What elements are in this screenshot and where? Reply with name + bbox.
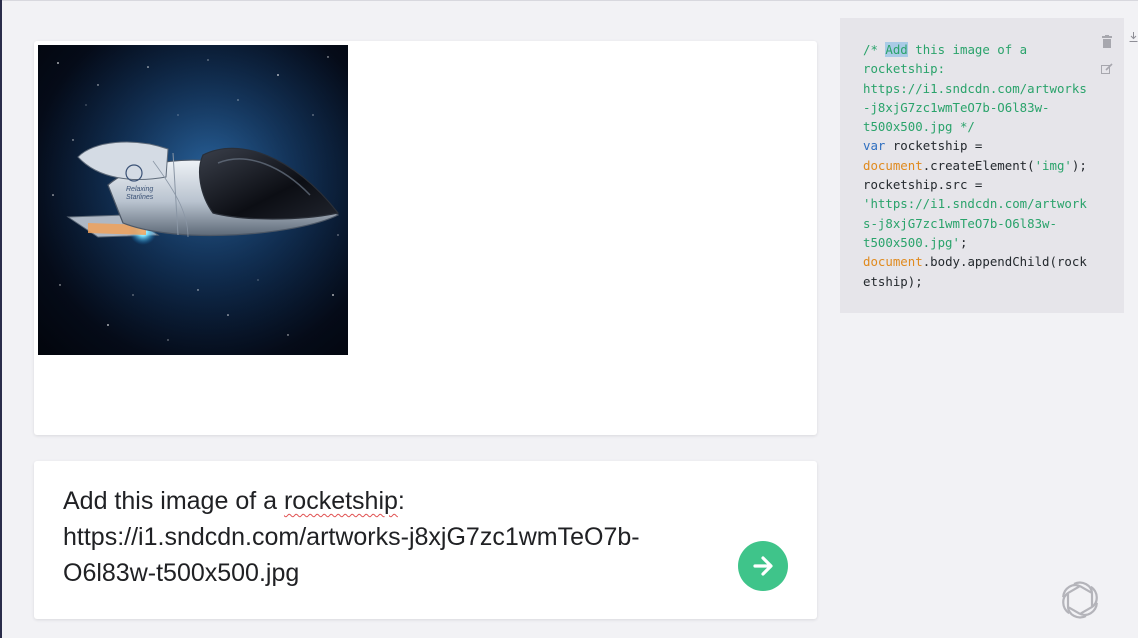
code-token: rocketship =: [885, 138, 983, 154]
code-line: document.createElement('img');: [863, 156, 1103, 175]
code-line: t500x500.jpg';: [863, 233, 1103, 252]
code-line: 'https://i1.sndcdn.com/artwork: [863, 196, 1087, 212]
code-keyword: var: [863, 138, 886, 154]
code-line: etship);: [863, 273, 923, 289]
prompt-line-1: Add this image of a rocketship:: [63, 483, 723, 519]
code-line: document.body.appendChild(rock: [863, 252, 1103, 271]
trash-icon[interactable]: [1101, 34, 1113, 48]
code-string: t500x500.jpg': [863, 234, 960, 250]
prompt-text-segment: Add this image of a: [63, 487, 284, 515]
prompt-panel[interactable]: Add this image of a rocketship: https://…: [34, 461, 817, 619]
edit-icon[interactable]: [1101, 60, 1113, 74]
rocket-decal-line1: Relaxing: [126, 186, 153, 193]
code-block: /* Add this image of a rocketship: https…: [863, 40, 1103, 291]
submit-button[interactable]: [738, 541, 788, 591]
code-string: 'img': [1034, 157, 1072, 173]
prompt-text-segment: :: [397, 487, 405, 515]
prompt-line-3: O6l83w-t500x500.jpg: [63, 559, 300, 587]
arrow-right-icon: [753, 556, 773, 576]
window-top-divider: [2, 0, 1138, 1]
openai-logo: [1056, 576, 1104, 624]
prompt-line-2: https://i1.sndcdn.com/artworks-j8xjG7zc1…: [63, 523, 640, 551]
code-selected-text: Add: [885, 42, 908, 57]
code-line: https://i1.sndcdn.com/artworks: [863, 80, 1087, 96]
code-token: /*: [863, 42, 886, 57]
code-token: .createElement(: [922, 157, 1035, 173]
code-line: /* Add this image of a: [863, 40, 1103, 59]
code-object: document: [863, 254, 923, 270]
code-line: rocketship:: [863, 61, 946, 77]
rocketship-image: Relaxing Starlines: [38, 45, 348, 355]
code-line: rocketship.src =: [863, 177, 983, 193]
prompt-misspelled-word: rocketship: [283, 487, 398, 515]
code-line: s-j8xjG7zc1wmTeO7b-O6l83w-: [863, 215, 1057, 231]
prompt-input[interactable]: Add this image of a rocketship: https://…: [63, 483, 723, 591]
code-token: .body.appendChild(rock: [922, 254, 1087, 270]
rocket-decal-line2: Starlines: [126, 194, 154, 201]
code-object: document: [863, 157, 923, 173]
code-token: ;: [959, 234, 968, 250]
code-token: );: [1071, 157, 1087, 173]
output-panel: Relaxing Starlines: [34, 41, 817, 435]
code-line: var rocketship =: [863, 136, 1103, 155]
code-token: this image of a: [907, 42, 1028, 57]
code-line: -j8xjG7zc1wmTeO7b-O6l83w-: [863, 99, 1050, 115]
rocketship-illustration: Relaxing Starlines: [38, 45, 348, 355]
code-line: t500x500.jpg */: [863, 119, 975, 135]
code-panel: /* Add this image of a rocketship: https…: [840, 18, 1124, 313]
download-icon[interactable]: [1129, 28, 1138, 42]
window-left-edge: [0, 0, 2, 638]
